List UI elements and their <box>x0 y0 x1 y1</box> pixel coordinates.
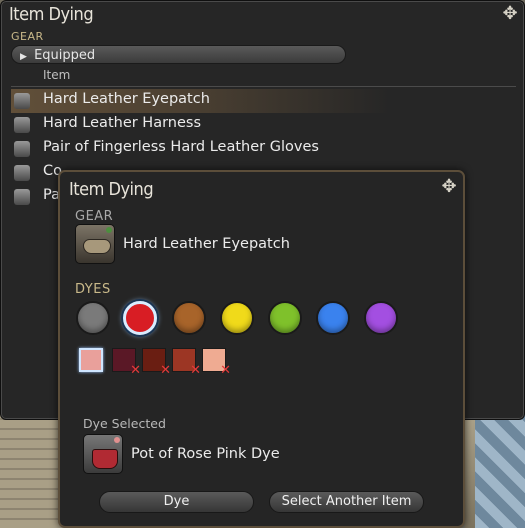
scene-window <box>475 410 525 528</box>
dye-button[interactable]: Dye <box>99 491 254 513</box>
gloves-icon <box>14 141 30 157</box>
dye-shade[interactable]: ✕ <box>172 348 201 378</box>
dye-color-green[interactable] <box>268 301 302 335</box>
status-dot <box>114 437 120 443</box>
dye-color-yellow[interactable] <box>220 301 254 335</box>
dye-color-purple[interactable] <box>364 301 398 335</box>
gear-item-label: Hard Leather Harness <box>43 115 202 131</box>
eyepatch-icon[interactable] <box>75 224 115 264</box>
status-dot <box>106 227 112 233</box>
equipped-filter-label: Equipped <box>34 48 96 63</box>
dye-pot-shape <box>92 449 118 469</box>
triangle-right-icon: ▶ <box>20 52 27 62</box>
item-dying-dialog: Item Dying ✥ GEAR Hard Leather Eyepatch … <box>58 170 465 528</box>
dye-pot-icon[interactable] <box>83 434 123 474</box>
unavailable-x-icon: ✕ <box>190 363 201 378</box>
close-icon[interactable]: ✥ <box>500 4 520 24</box>
dye-color-gray[interactable] <box>76 301 110 335</box>
dye-color-blue[interactable] <box>316 301 350 335</box>
header-divider <box>11 86 516 87</box>
selected-dye-name: Pot of Rose Pink Dye <box>131 446 280 462</box>
select-another-item-button[interactable]: Select Another Item <box>269 491 424 513</box>
window-title: Item Dying <box>9 4 94 25</box>
dye-shade[interactable]: ✕ <box>142 348 171 378</box>
unavailable-x-icon: ✕ <box>160 363 171 378</box>
eyepatch-shape <box>83 239 111 254</box>
dye-shade[interactable]: ✕ <box>112 348 141 378</box>
dye-selected-label: Dye Selected <box>83 416 166 431</box>
unavailable-x-icon: ✕ <box>130 363 141 378</box>
dye-shade[interactable]: ✕ <box>202 348 231 378</box>
dialog-title: Item Dying <box>69 179 154 200</box>
dye-color-red[interactable] <box>123 301 157 335</box>
body-armor-icon <box>14 117 30 133</box>
gear-section-label: GEAR <box>75 209 114 224</box>
feet-icon <box>14 189 30 205</box>
eyepatch-icon <box>14 93 30 109</box>
legs-icon <box>14 165 30 181</box>
gear-section-label: GEAR <box>11 30 44 43</box>
equipped-filter-tab[interactable]: ▶ Equipped <box>11 45 346 64</box>
item-column-header: Item <box>43 68 71 82</box>
gear-item-label: Hard Leather Eyepatch <box>43 91 210 107</box>
selected-gear-name: Hard Leather Eyepatch <box>123 236 290 252</box>
gear-list-item[interactable]: Hard Leather Harness <box>11 113 516 137</box>
close-icon[interactable]: ✥ <box>439 177 459 197</box>
gear-list-item[interactable]: Pair of Fingerless Hard Leather Gloves <box>11 137 516 161</box>
gear-list-item[interactable]: Hard Leather Eyepatch <box>11 89 516 113</box>
unavailable-x-icon: ✕ <box>220 363 231 378</box>
dye-color-brown[interactable] <box>172 301 206 335</box>
gear-item-label: Pair of Fingerless Hard Leather Gloves <box>43 139 319 155</box>
dye-shade[interactable] <box>79 348 103 372</box>
dyes-section-label: DYES <box>75 282 111 297</box>
